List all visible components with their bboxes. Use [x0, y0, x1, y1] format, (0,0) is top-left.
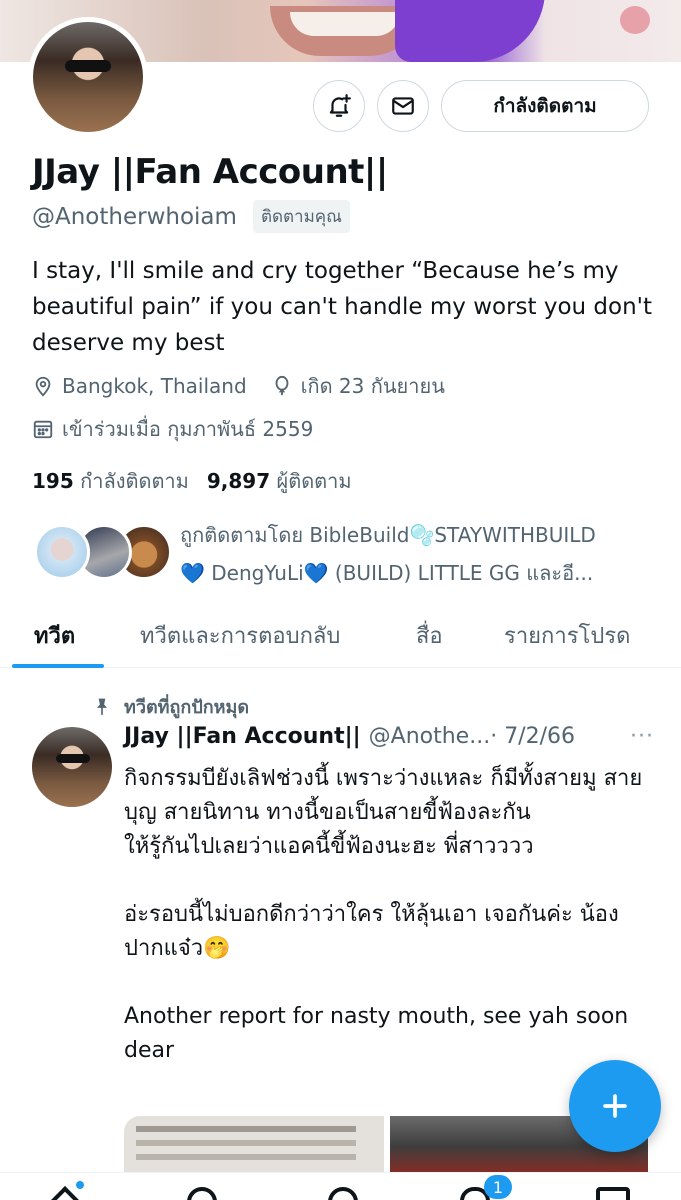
- plus-icon: [603, 1094, 627, 1118]
- banner-image-mask: [395, 0, 545, 62]
- more-options-icon[interactable]: ···: [630, 724, 654, 749]
- location-pin-icon: [35, 376, 51, 397]
- mutual-avatar: [34, 524, 90, 580]
- location: Bangkok, Thailand: [32, 374, 247, 398]
- banner-image-teeth: [290, 12, 400, 36]
- profile-actions: กำลังติดตาม: [313, 80, 649, 132]
- profile-handle: @Anotherwhoiam: [32, 203, 237, 230]
- pinned-label: ทวีตที่ถูกปักหมุด: [124, 697, 250, 718]
- tab-likes[interactable]: รายการโปรด: [504, 618, 630, 653]
- heart-emoji: 💙: [180, 561, 205, 585]
- profile-tabs: ทวีต ทวีตและการตอบกลับ สื่อ รายการโปรด: [0, 604, 681, 668]
- follow-counts: 195 กำลังติดตาม 9,897 ผู้ติดตาม: [32, 465, 352, 497]
- spaces-icon[interactable]: [328, 1187, 358, 1200]
- following-button[interactable]: กำลังติดตาม: [441, 80, 649, 132]
- banner-image-deco: [620, 6, 650, 34]
- tweet-author-avatar[interactable]: [32, 727, 112, 807]
- profile-bio: I stay, I'll smile and cry together “Bec…: [32, 258, 653, 356]
- bell-plus-icon: [329, 94, 351, 117]
- joined-date: เข้าร่วมเมื่อ กุมภาพันธ์ 2559: [32, 413, 313, 445]
- search-icon[interactable]: [187, 1187, 217, 1200]
- profile-meta-row: Bangkok, Thailand เกิด 23 กันยายน: [32, 370, 445, 402]
- new-content-dot: [76, 1181, 84, 1189]
- tweet-media[interactable]: [124, 1116, 648, 1176]
- tweet-text[interactable]: กิจกรรมบียังเลิฟช่วงนี้ เพราะว่างแหละ ก็…: [124, 762, 654, 1068]
- mail-icon: [392, 97, 414, 115]
- calendar-icon: [33, 420, 53, 439]
- followed-by-text: ถูกติดตามโดย BibleBuild🫧STAYWITHBUILD 💙 …: [180, 523, 596, 585]
- avatar-image: [33, 22, 143, 132]
- messages-icon[interactable]: [596, 1187, 630, 1200]
- tweet-author-handle[interactable]: @Anothe...: [369, 724, 491, 749]
- media-image-document[interactable]: [124, 1116, 384, 1176]
- tab-tweets[interactable]: ทวีต: [34, 618, 75, 653]
- handle-row: @Anotherwhoiam ติดตามคุณ: [32, 200, 350, 233]
- pin-icon: [97, 698, 107, 715]
- profile-avatar[interactable]: [28, 17, 148, 137]
- pinned-indicator: ทวีตที่ถูกปักหมุด: [92, 692, 249, 721]
- heart-emoji: 💙: [303, 561, 329, 585]
- tab-tweets-replies[interactable]: ทวีตและการตอบกลับ: [140, 618, 340, 653]
- following-count-link[interactable]: 195 กำลังติดตาม: [32, 465, 189, 497]
- active-tab-indicator: [12, 664, 104, 668]
- location-text: Bangkok, Thailand: [62, 374, 247, 398]
- bottom-navigation: 1: [0, 1172, 681, 1200]
- balloon-icon: [275, 375, 289, 396]
- mutual-avatars: [34, 516, 174, 580]
- notifications-toggle-button[interactable]: [313, 80, 365, 132]
- tweet-header: JJay ||Fan Account|| @Anothe... · 7/2/66…: [124, 724, 654, 749]
- birthday-text: เกิด 23 กันยายน: [300, 374, 445, 398]
- profile-meta-row-joined: เข้าร่วมเมื่อ กุมภาพันธ์ 2559: [32, 413, 313, 445]
- compose-tweet-button[interactable]: [569, 1060, 661, 1152]
- tab-media[interactable]: สื่อ: [416, 618, 443, 653]
- birthday: เกิด 23 กันยายน: [271, 370, 445, 402]
- follows-you-badge: ติดตามคุณ: [252, 200, 350, 233]
- joined-text: เข้าร่วมเมื่อ กุมภาพันธ์ 2559: [62, 417, 314, 441]
- message-button[interactable]: [377, 80, 429, 132]
- bubbles-emoji: 🫧: [409, 523, 435, 547]
- tweet-author-name[interactable]: JJay ||Fan Account||: [124, 724, 361, 749]
- profile-name: JJay ||Fan Account||: [32, 152, 388, 192]
- tweet-date[interactable]: · 7/2/66: [490, 724, 575, 749]
- followers-count-link[interactable]: 9,897 ผู้ติดตาม: [207, 465, 352, 497]
- notification-badge: 1: [484, 1175, 512, 1199]
- followers-you-know[interactable]: ถูกติดตามโดย BibleBuild🫧STAYWITHBUILD 💙 …: [34, 516, 650, 592]
